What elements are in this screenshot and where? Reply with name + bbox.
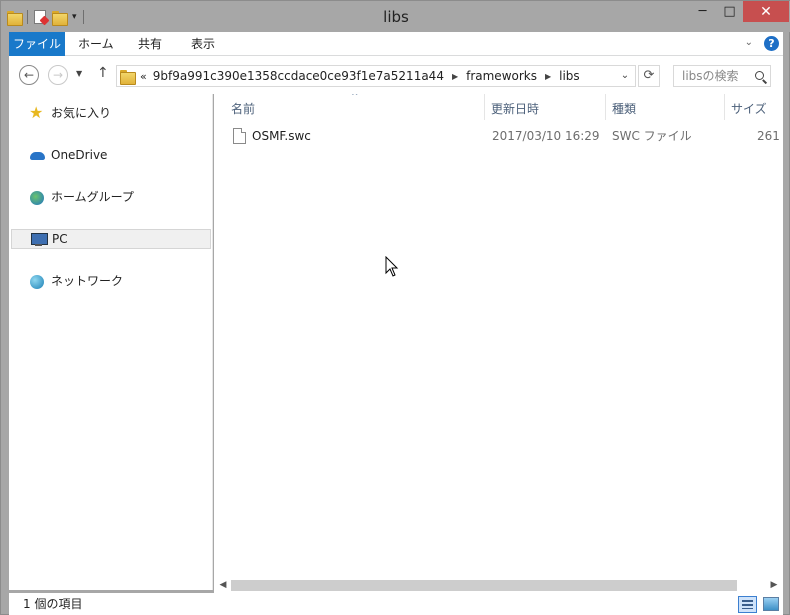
tab-share[interactable]: 共有: [138, 32, 162, 56]
nav-item-network[interactable]: ネットワーク: [11, 271, 211, 291]
file-name: OSMF.swc: [252, 129, 311, 143]
help-icon[interactable]: ?: [764, 36, 779, 51]
breadcrumb-overflow[interactable]: «: [140, 70, 147, 83]
nav-item-pc[interactable]: PC: [11, 229, 211, 249]
details-view-icon[interactable]: [738, 596, 757, 613]
up-one-level-button[interactable]: ↑: [97, 65, 109, 81]
sort-ascending-icon: ^: [351, 94, 359, 102]
star-icon: [29, 103, 46, 123]
forward-button[interactable]: →: [48, 65, 68, 85]
breadcrumb-separator-icon[interactable]: ▶: [452, 72, 458, 81]
refresh-button[interactable]: ⟳: [638, 65, 660, 87]
item-count: 1 個の項目: [23, 597, 83, 611]
nav-item-label: ネットワーク: [51, 274, 124, 288]
column-divider[interactable]: [724, 94, 725, 120]
nav-item-label: PC: [52, 232, 68, 246]
file-row[interactable]: OSMF.swc 2017/03/10 16:29 SWC ファイル 261: [228, 125, 783, 147]
folder-icon: [120, 69, 136, 85]
file-type: SWC ファイル: [612, 129, 692, 143]
breadcrumb-item[interactable]: frameworks: [466, 69, 537, 83]
scrollbar-thumb[interactable]: [231, 580, 737, 591]
tab-file[interactable]: ファイル: [9, 32, 65, 56]
address-bar[interactable]: « 9bf9a991c390e1358ccdace0ce93f1e7a5211a…: [116, 65, 636, 87]
nav-item-label: ホームグループ: [51, 190, 134, 204]
scroll-left-icon[interactable]: ◀: [216, 578, 230, 593]
maximize-button[interactable]: □: [716, 1, 743, 22]
minimize-button[interactable]: ─: [689, 1, 716, 22]
column-header-type[interactable]: 種類: [612, 98, 636, 120]
nav-item-homegroup[interactable]: ホームグループ: [11, 187, 211, 207]
file-list: ^ 名前 更新日時 種類 サイズ OSMF.swc 2017/03/10 16:…: [214, 94, 783, 578]
window-controls: ─ □ ✕: [689, 1, 789, 22]
breadcrumb-item[interactable]: libs: [559, 69, 580, 83]
scroll-right-icon[interactable]: ▶: [767, 578, 781, 593]
nav-item-label: OneDrive: [51, 148, 108, 162]
column-header-size[interactable]: サイズ: [731, 98, 767, 120]
large-icons-view-icon[interactable]: [763, 597, 779, 611]
back-button[interactable]: ←: [19, 65, 39, 85]
nav-item-favorites[interactable]: お気に入り: [11, 103, 211, 123]
network-icon: [29, 273, 46, 289]
column-header-modified[interactable]: 更新日時: [491, 98, 539, 120]
status-bar: 1 個の項目: [9, 593, 783, 615]
navigation-bar: ← → ▼ ↑ « 9bf9a991c390e1358ccdace0ce93f1…: [9, 56, 783, 94]
file-icon: [233, 128, 246, 144]
horizontal-scrollbar[interactable]: ◀ ▶: [214, 578, 783, 593]
cloud-icon: [29, 147, 46, 163]
tab-view[interactable]: 表示: [191, 32, 215, 56]
mouse-cursor-icon: [385, 256, 399, 277]
search-placeholder: libsの検索: [682, 69, 739, 83]
expand-ribbon-chevron-icon[interactable]: ⌄: [745, 37, 753, 48]
recent-locations-dropdown-icon[interactable]: ▼: [76, 69, 82, 78]
pc-icon: [30, 231, 48, 247]
column-header-name[interactable]: 名前: [231, 98, 255, 120]
address-dropdown-icon[interactable]: ⌄: [615, 66, 635, 86]
breadcrumb-item[interactable]: 9bf9a991c390e1358ccdace0ce93f1e7a5211a44: [153, 69, 444, 83]
column-divider[interactable]: [605, 94, 606, 120]
search-input[interactable]: libsの検索: [673, 65, 771, 87]
search-icon[interactable]: [755, 71, 764, 80]
nav-item-label: お気に入り: [51, 106, 112, 120]
window-title: libs: [383, 8, 409, 26]
ribbon-tabs: ファイル ホーム 共有 表示 ⌄ ?: [9, 32, 783, 56]
close-button[interactable]: ✕: [743, 1, 789, 22]
file-size: 261: [757, 129, 780, 143]
breadcrumb-separator-icon[interactable]: ▶: [545, 72, 551, 81]
column-divider[interactable]: [484, 94, 485, 120]
tab-home[interactable]: ホーム: [78, 32, 114, 56]
explorer-window: ▾ libs ─ □ ✕ ファイル ホーム 共有 表示 ⌄ ? ← → ▼ ↑ …: [0, 0, 790, 615]
nav-item-onedrive[interactable]: OneDrive: [11, 145, 211, 165]
title-bar: ▾ libs ─ □ ✕: [1, 1, 790, 32]
file-modified: 2017/03/10 16:29: [492, 129, 600, 143]
navigation-pane: お気に入り OneDrive ホームグループ PC ネットワーク: [9, 94, 213, 590]
homegroup-icon: [29, 189, 46, 205]
